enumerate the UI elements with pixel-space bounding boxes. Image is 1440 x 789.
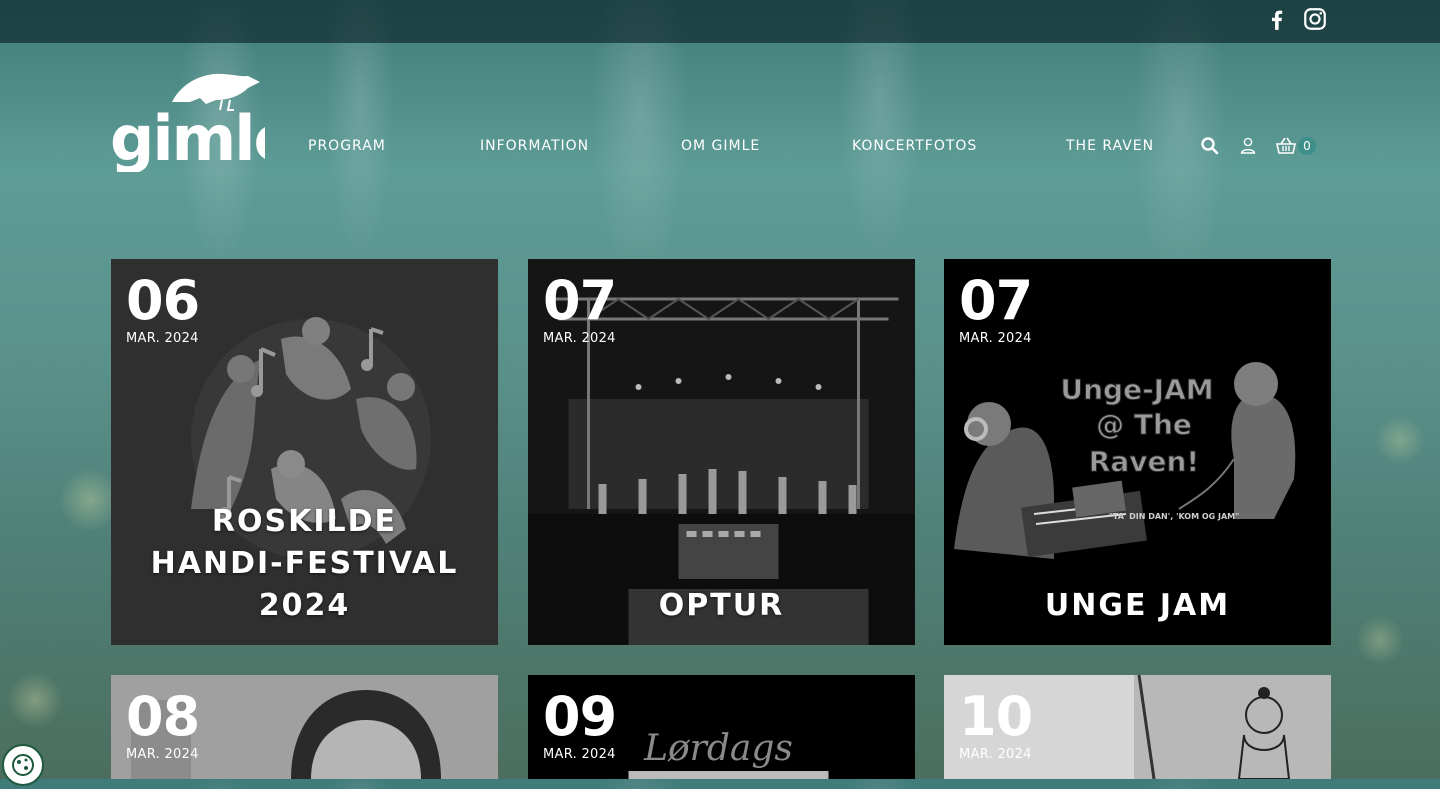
event-day: 07 [959, 269, 1033, 332]
nav-information[interactable]: INFORMATION [480, 138, 589, 154]
event-card-09[interactable]: Lørdags 09 MAR. 2024 [528, 675, 915, 779]
event-title: UNGE JAM [1044, 588, 1231, 623]
event-month: MAR. 2024 [543, 331, 616, 346]
poster-subtitle: "TA' DIN DAN', 'KOM OG JAM" [1109, 512, 1240, 521]
event-day: 06 [126, 269, 200, 332]
user-icon[interactable] [1238, 136, 1258, 156]
event-day: 07 [543, 269, 617, 332]
event-month: MAR. 2024 [959, 331, 1032, 346]
event-title: ROSKILDE HANDI-FESTIVAL 2024 [150, 504, 459, 623]
instagram-icon[interactable] [1302, 6, 1328, 32]
event-month: MAR. 2024 [126, 747, 199, 762]
basket-icon[interactable] [1276, 136, 1296, 156]
poster-text-3: Raven! [1089, 445, 1199, 478]
event-card-roskilde-handi-festival[interactable]: 06 MAR. 2024 ROSKILDE HANDI-FESTIVAL 202… [111, 259, 498, 645]
poster-text-2: @ The [1096, 408, 1192, 441]
social-links [1264, 6, 1328, 32]
logo-text: gimle [110, 102, 265, 172]
event-day: 09 [543, 685, 617, 748]
event-day: 08 [126, 685, 200, 748]
event-card-unge-jam[interactable]: Unge-JAM @ The Raven! "TA' DIN DAN', 'KO… [944, 259, 1331, 645]
cookie-consent-icon[interactable] [2, 744, 44, 786]
event-card-10[interactable]: 10 MAR. 2024 [944, 675, 1331, 779]
event-month: MAR. 2024 [126, 331, 199, 346]
event-title: OPTUR [658, 588, 785, 623]
cart-count-badge: 0 [1298, 137, 1316, 155]
event-card-optur[interactable]: 07 MAR. 2024 OPTUR [528, 259, 915, 645]
event-card-08[interactable]: 08 MAR. 2024 [111, 675, 498, 779]
event-month: MAR. 2024 [959, 747, 1032, 762]
top-bar [0, 0, 1440, 43]
poster-text-1: Unge-JAM [1060, 373, 1213, 406]
event-month: MAR. 2024 [543, 747, 616, 762]
event-day: 10 [959, 685, 1033, 748]
nav-program[interactable]: PROGRAM [308, 138, 386, 154]
nav-om-gimle[interactable]: OM GIMLE [681, 138, 760, 154]
facebook-icon[interactable] [1264, 6, 1290, 32]
gimle-logo[interactable]: gimle [110, 72, 296, 175]
nav-koncertfotos[interactable]: KONCERTFOTOS [852, 138, 977, 154]
poster-script-text: Lørdags [643, 728, 793, 769]
header-tools: 0 [1200, 136, 1316, 156]
search-icon[interactable] [1200, 136, 1220, 156]
nav-the-raven[interactable]: THE RAVEN [1066, 138, 1154, 154]
